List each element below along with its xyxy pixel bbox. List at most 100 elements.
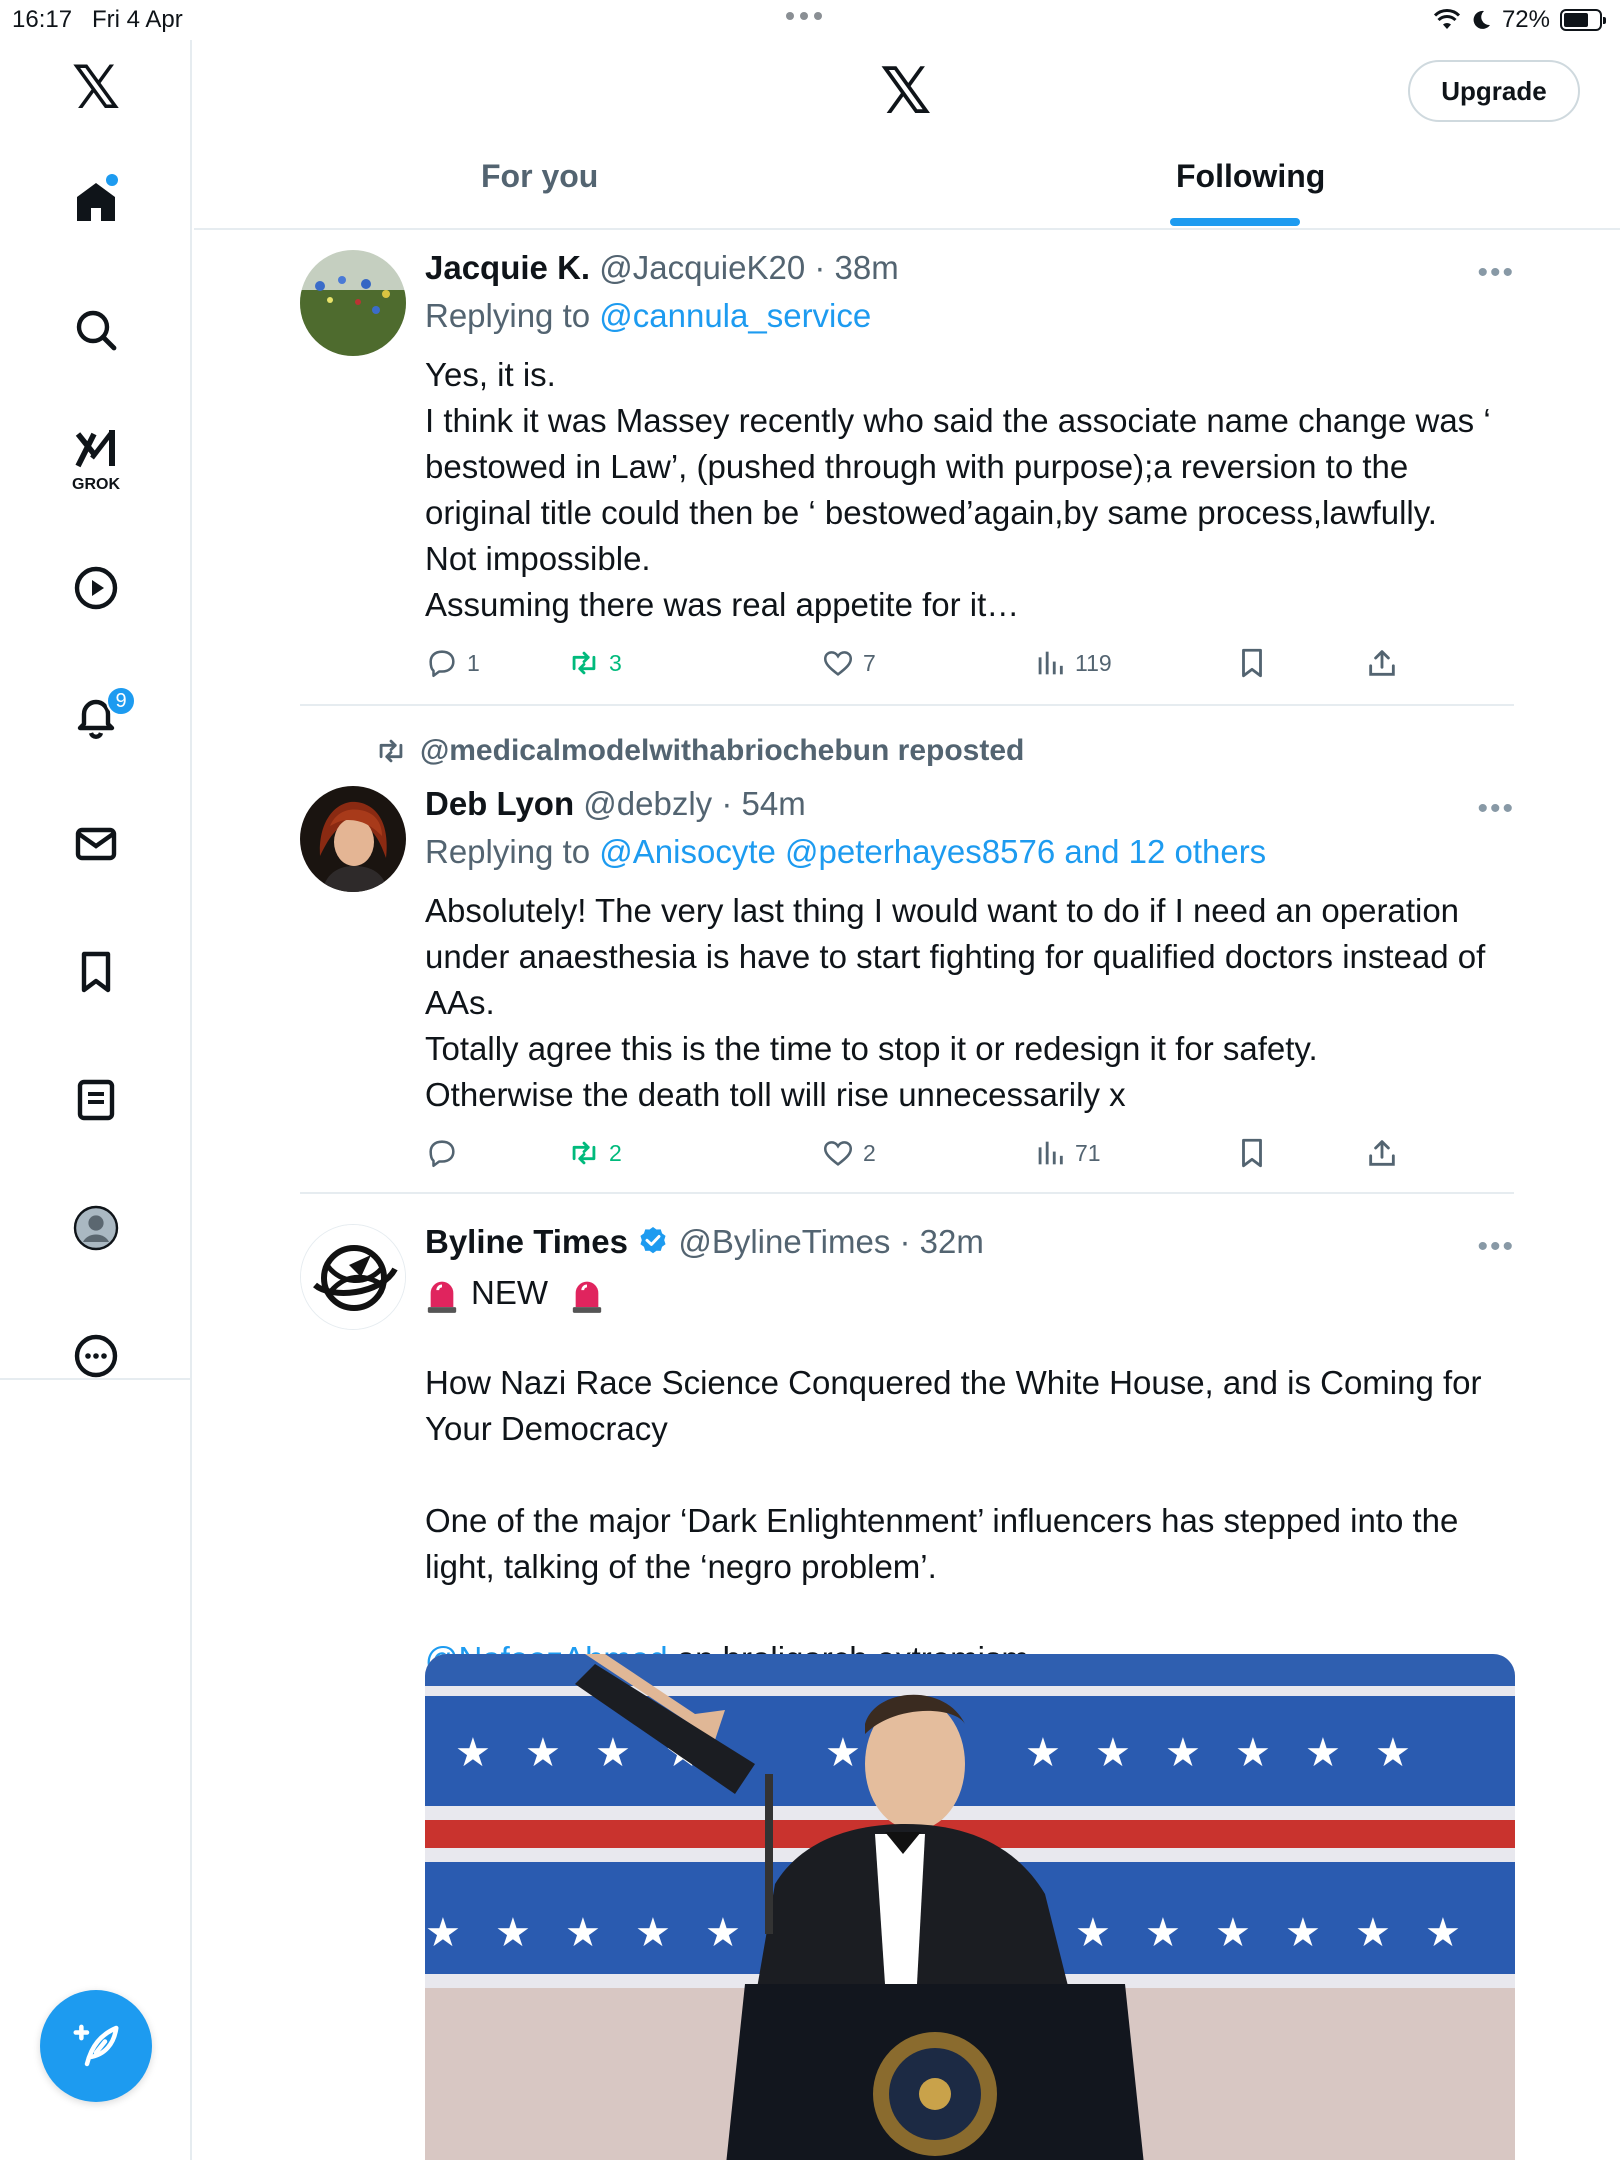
views-button[interactable]: 71: [1033, 1136, 1101, 1170]
repost-button[interactable]: 3: [567, 646, 622, 680]
x-logo-icon: 𝕏: [880, 55, 932, 129]
battery-icon: [1560, 9, 1606, 31]
sidebar-item-search[interactable]: [66, 300, 126, 360]
sidebar-item-lists[interactable]: [66, 1070, 126, 1130]
tweet-time[interactable]: 54m: [742, 785, 806, 822]
views-count: 71: [1075, 1139, 1101, 1166]
repost-count: 3: [609, 649, 622, 676]
svg-text:★: ★: [1355, 1910, 1391, 1956]
like-count: 7: [863, 649, 876, 676]
svg-text:★: ★: [1215, 1910, 1251, 1956]
share-button[interactable]: [1365, 646, 1399, 680]
like-button[interactable]: 2: [821, 1136, 876, 1170]
like-button[interactable]: 7: [821, 646, 876, 680]
views-button[interactable]: 119: [1033, 646, 1112, 680]
bookmark-icon: [1242, 1138, 1262, 1168]
svg-text:★: ★: [1235, 1730, 1271, 1776]
profile-icon: [73, 1205, 119, 1251]
more-options-icon[interactable]: •••: [1477, 792, 1515, 826]
author-handle[interactable]: @BylineTimes: [678, 1223, 890, 1260]
like-count: 2: [863, 1139, 876, 1166]
views-chart-icon: [1038, 651, 1063, 675]
repost-icon: [572, 651, 596, 675]
sidebar-item-more[interactable]: [66, 1326, 126, 1386]
repost-count: 2: [609, 1139, 622, 1166]
avatar[interactable]: [300, 1224, 406, 1330]
author-name[interactable]: Deb Lyon: [425, 785, 574, 822]
author-handle[interactable]: @debzly: [583, 785, 712, 822]
views-chart-icon: [1038, 1141, 1063, 1165]
more-options-icon[interactable]: •••: [1477, 256, 1515, 290]
home-unread-dot: [106, 174, 118, 186]
x-logo-icon[interactable]: 𝕏: [66, 58, 126, 118]
status-bar: 16:17 Fri 4 Apr 72%: [0, 0, 1620, 40]
repost-icon: [572, 1141, 596, 1165]
svg-text:★: ★: [565, 1910, 601, 1956]
bookmark-button[interactable]: [1235, 1136, 1269, 1170]
author-name[interactable]: Jacquie K.: [425, 249, 590, 286]
avatar[interactable]: [300, 786, 406, 892]
sidebar-item-profile[interactable]: [66, 1198, 126, 1258]
reposted-by: @medicalmodelwithabriochebun reposted: [420, 734, 1025, 767]
more-options-icon[interactable]: •••: [1477, 1230, 1515, 1264]
sidebar-item-video[interactable]: [66, 558, 126, 618]
avatar[interactable]: [300, 250, 406, 356]
share-button[interactable]: [1365, 1136, 1399, 1170]
svg-text:★: ★: [635, 1910, 671, 1956]
tweet-time[interactable]: 32m: [920, 1223, 984, 1260]
bookmark-icon: [1242, 648, 1262, 678]
tweet-text: Absolutely! The very last thing I would …: [425, 892, 1486, 1113]
tweet-divider: [300, 1192, 1514, 1194]
reply-button[interactable]: 1: [425, 646, 480, 680]
reply-mention-link[interactable]: @cannula_service: [599, 297, 871, 334]
views-count: 119: [1075, 649, 1112, 676]
tweet-media-image[interactable]: ★★★★★★★★★★★ ★★★★★★★★★★★: [425, 1654, 1515, 2160]
repost-attribution[interactable]: @medicalmodelwithabriochebun reposted: [374, 734, 1024, 768]
tweet-divider: [300, 704, 1514, 706]
tweet-meta: Jacquie K. @JacquieK20 · 38m: [425, 249, 899, 286]
svg-text:★: ★: [455, 1730, 491, 1776]
tab-following[interactable]: Following: [1176, 158, 1325, 195]
active-tab-indicator: [1170, 218, 1300, 226]
wifi-icon: [1433, 9, 1460, 29]
svg-text:★: ★: [825, 1730, 861, 1776]
reply-icon: [429, 1140, 455, 1168]
repost-icon: [379, 739, 403, 763]
status-time: 16:17: [12, 6, 73, 33]
play-icon: [74, 566, 118, 610]
sidebar-item-bookmarks[interactable]: [66, 942, 126, 1002]
compose-feather-icon: [73, 2024, 119, 2067]
svg-text:★: ★: [495, 1910, 531, 1956]
tweet-text: One of the major ‘Dark Enlightenment’ in…: [425, 1502, 1459, 1585]
sidebar-item-messages[interactable]: [66, 814, 126, 874]
svg-text:★: ★: [595, 1730, 631, 1776]
mail-icon: [75, 827, 117, 861]
author-handle[interactable]: @JacquieK20: [599, 249, 805, 286]
moon-icon: [1473, 10, 1490, 29]
tab-for-you[interactable]: For you: [481, 158, 598, 195]
svg-text:★: ★: [1305, 1730, 1341, 1776]
bookmark-button[interactable]: [1235, 646, 1269, 680]
share-icon: [1369, 650, 1395, 676]
tweet-time[interactable]: 38m: [835, 249, 899, 286]
author-name[interactable]: Byline Times: [425, 1223, 628, 1260]
compose-button[interactable]: [40, 1990, 152, 2102]
share-icon: [1369, 1140, 1395, 1166]
repost-button[interactable]: 2: [567, 1136, 622, 1170]
more-circle-icon: [74, 1334, 118, 1378]
reply-button[interactable]: [425, 1136, 467, 1170]
svg-text:★: ★: [1095, 1730, 1131, 1776]
reply-count: 1: [467, 649, 480, 676]
upgrade-button[interactable]: Upgrade: [1408, 60, 1580, 122]
siren-icon: [427, 1281, 457, 1313]
replying-to: Replying to @Anisocyte @peterhayes8576 a…: [425, 833, 1267, 870]
sidebar-item-grok[interactable]: [66, 420, 126, 480]
reply-mention-link[interactable]: @Anisocyte @peterhayes8576 and 12 others: [599, 833, 1266, 870]
replying-to: Replying to @cannula_service: [425, 297, 872, 334]
bookmark-icon: [81, 951, 111, 993]
reply-icon: [429, 650, 455, 678]
heart-icon: [823, 1141, 853, 1166]
svg-text:★: ★: [1425, 1910, 1461, 1956]
multitasking-dots-icon[interactable]: [786, 12, 822, 20]
svg-text:★: ★: [425, 1910, 461, 1956]
